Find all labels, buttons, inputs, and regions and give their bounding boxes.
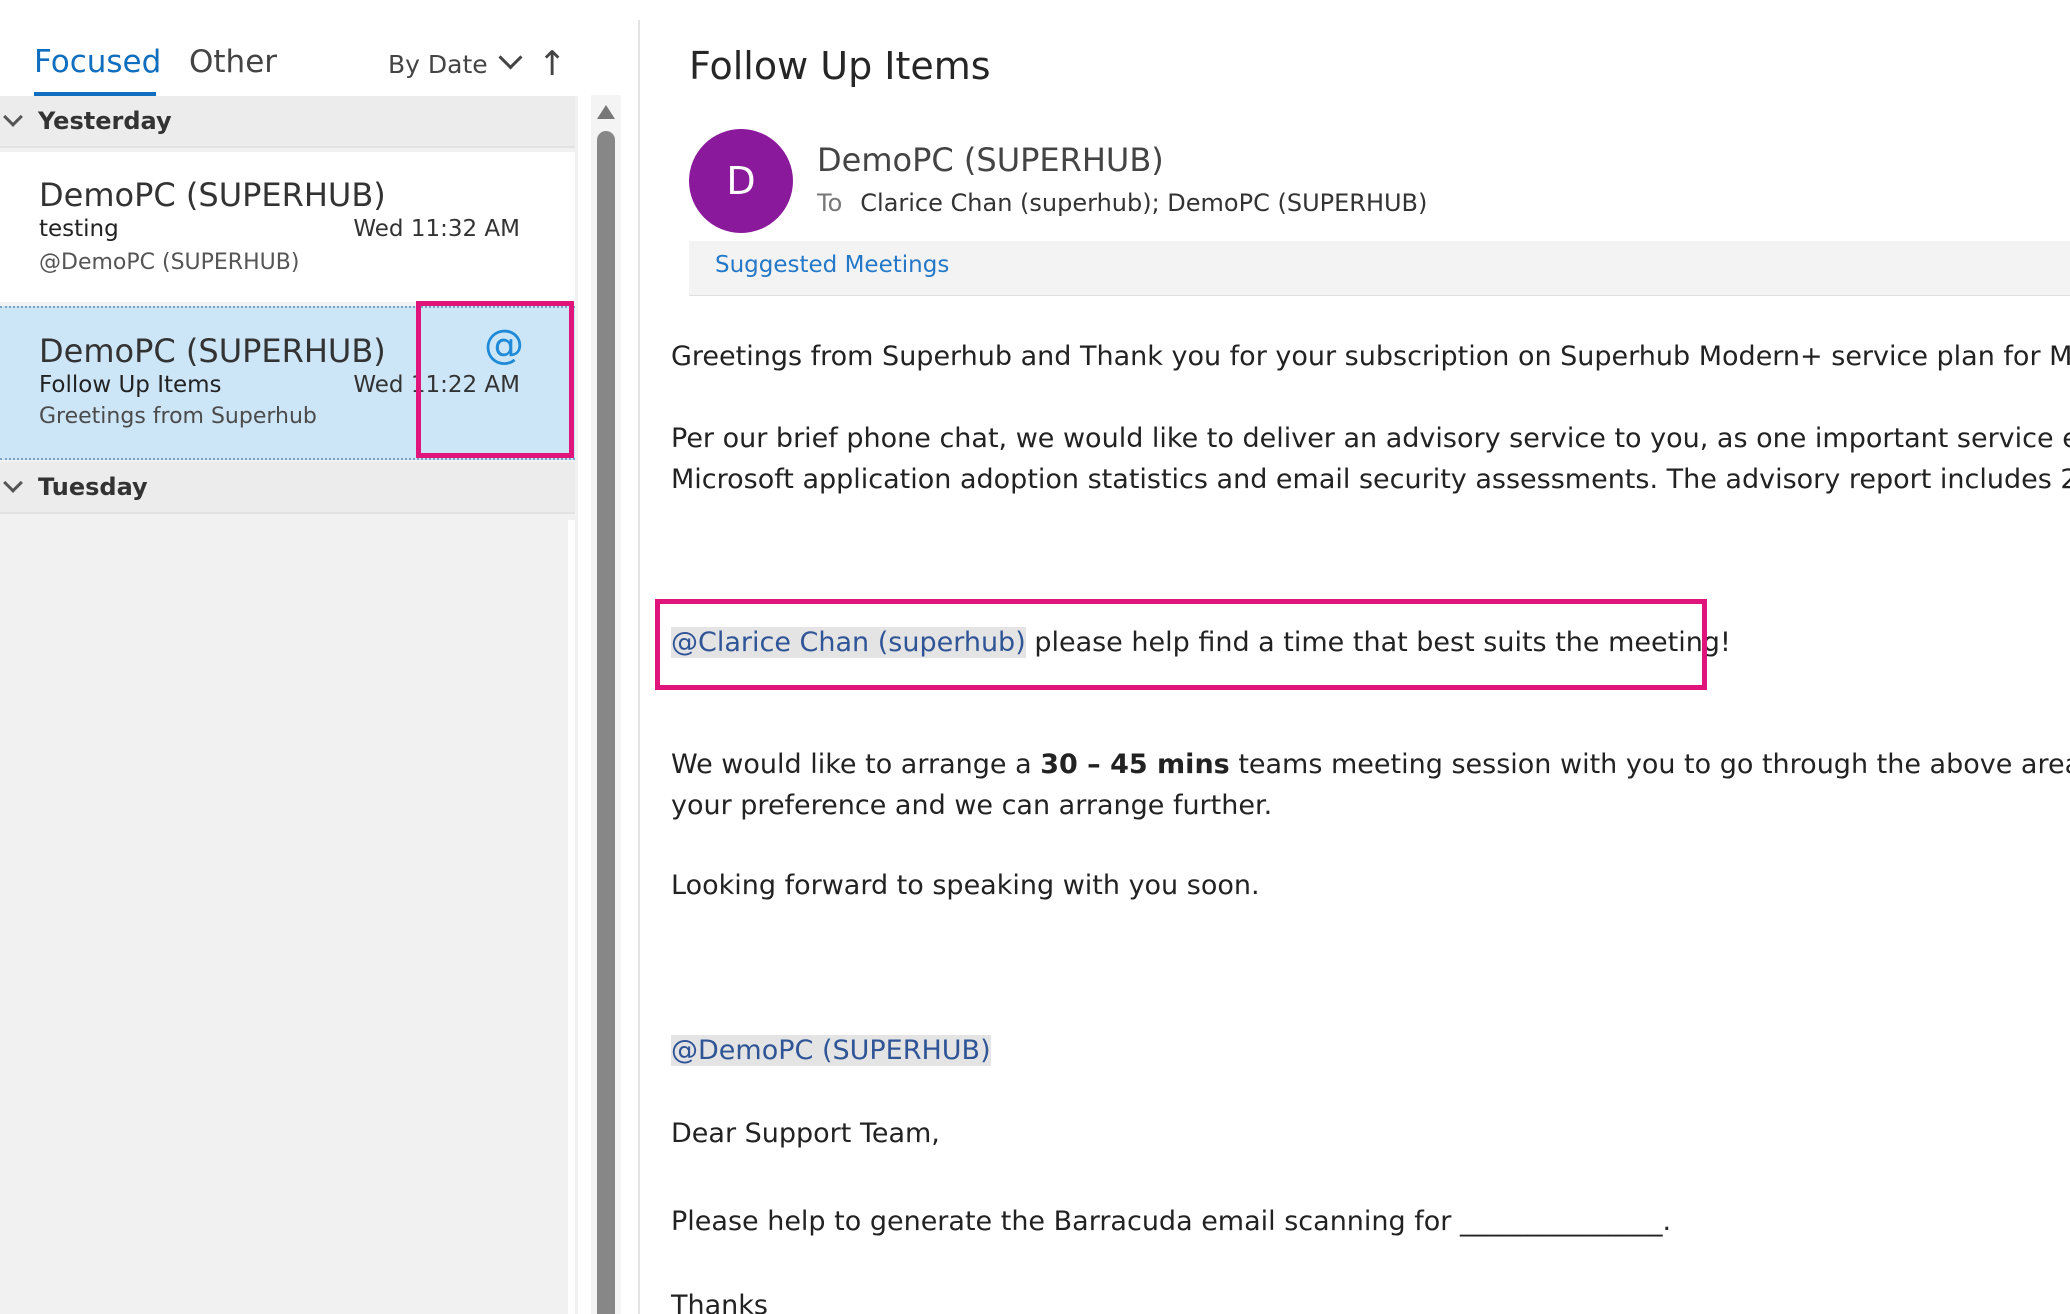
body-paragraph: We would like to arrange a 30 – 45 mins … (671, 749, 2070, 780)
group-label: Yesterday (38, 107, 172, 135)
reading-pane: Follow Up Items D DemoPC (SUPERHUB) To Cl… (640, 0, 2070, 1314)
message-list-item[interactable]: DemoPC (SUPERHUB) testing Wed 11:32 AM @… (0, 152, 575, 302)
tab-other[interactable]: Other (189, 42, 277, 82)
message-subject: Follow Up Items (39, 372, 222, 398)
sender-avatar[interactable]: D (689, 129, 793, 233)
list-scrollbar[interactable] (591, 95, 621, 1314)
message-sender: DemoPC (SUPERHUB) (39, 332, 386, 370)
body-text: teams meeting session with you to go thr… (1238, 749, 2070, 780)
group-header-tuesday[interactable]: Tuesday (0, 462, 575, 514)
body-paragraph: your preference and we can arrange furth… (671, 790, 1273, 821)
email-subject: Follow Up Items (689, 44, 991, 88)
mention-request-line: @Clarice Chan (superhub) please help fin… (671, 627, 1731, 658)
chevron-down-icon (3, 473, 23, 493)
message-preview: @DemoPC (SUPERHUB) (39, 250, 300, 275)
message-list-header: Focused Other By Date ↑ (0, 0, 578, 96)
message-list-pane: Focused Other By Date ↑ Yesterday DemoPC… (0, 0, 578, 1314)
body-paragraph: Looking forward to speaking with you soo… (671, 870, 1260, 901)
suggested-meetings-bar: Suggested Meetings (689, 241, 2070, 296)
chevron-down-icon (498, 45, 523, 70)
mention-demopc[interactable]: @DemoPC (SUPERHUB) (671, 1035, 991, 1066)
mention-request-text: please help find a time that best suits … (1025, 627, 1731, 658)
group-header-yesterday[interactable]: Yesterday (0, 96, 575, 148)
tab-focused[interactable]: Focused (34, 42, 161, 82)
list-edge-divider (568, 520, 575, 1314)
suggested-meetings-link[interactable]: Suggested Meetings (715, 252, 949, 278)
recipients-line: To Clarice Chan (superhub); DemoPC (SUPER… (817, 189, 1427, 217)
mention-at-icon: @ (484, 322, 524, 368)
body-paragraph: Per our brief phone chat, we would like … (671, 423, 2070, 454)
message-sender: DemoPC (SUPERHUB) (39, 176, 386, 214)
message-list-item-selected[interactable]: DemoPC (SUPERHUB) @ Follow Up Items Wed … (0, 306, 575, 460)
message-time: Wed 11:22 AM (353, 372, 520, 398)
mention-clarice[interactable]: @Clarice Chan (superhub) (671, 627, 1026, 658)
body-paragraph: Please help to generate the Barracuda em… (671, 1206, 1672, 1237)
scroll-up-arrow-icon[interactable] (597, 105, 615, 119)
sender-name[interactable]: DemoPC (SUPERHUB) (817, 141, 1164, 179)
group-label: Tuesday (38, 473, 148, 501)
to-label: To (817, 189, 843, 217)
sort-by-dropdown[interactable]: By Date (388, 45, 523, 79)
scrollbar-thumb[interactable] (597, 131, 615, 1314)
to-recipients[interactable]: Clarice Chan (superhub); DemoPC (SUPERHU… (860, 189, 1427, 217)
message-time: Wed 11:32 AM (353, 216, 520, 242)
chevron-down-icon (3, 107, 23, 127)
message-subject: testing (39, 216, 119, 242)
body-paragraph: Greetings from Superhub and Thank you fo… (671, 341, 2070, 372)
body-text: We would like to arrange a (671, 749, 1041, 780)
body-paragraph: Dear Support Team, (671, 1118, 940, 1149)
mention-line: @DemoPC (SUPERHUB) (671, 1035, 991, 1066)
body-bold-duration: 30 – 45 mins (1040, 749, 1230, 780)
sort-by-label: By Date (388, 50, 488, 79)
body-paragraph: Thanks (671, 1290, 768, 1314)
message-preview: Greetings from Superhub (39, 404, 317, 429)
sort-direction-arrow-icon[interactable]: ↑ (538, 44, 567, 84)
body-paragraph: Microsoft application adoption statistic… (671, 464, 2070, 495)
